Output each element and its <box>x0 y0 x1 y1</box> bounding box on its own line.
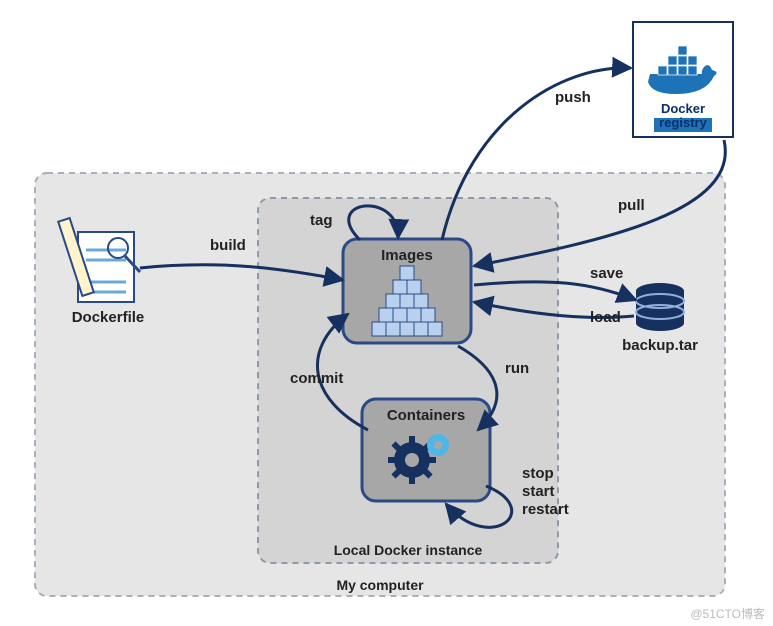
node-backup-label: backup.tar <box>622 337 698 354</box>
region-my-computer-label: My computer <box>336 577 424 593</box>
edge-start-label: start <box>522 483 555 500</box>
edge-build-label: build <box>210 237 246 254</box>
watermark: @51CTO博客 <box>690 606 765 621</box>
node-containers-label: Containers <box>387 407 465 424</box>
node-registry-label-2: registry <box>659 115 707 130</box>
edge-stop-label: stop <box>522 465 554 482</box>
node-images-label: Images <box>381 247 433 264</box>
edge-run-label: run <box>505 360 529 377</box>
node-registry: Docker registry Docker registry <box>633 22 733 137</box>
edge-pull-label: pull <box>618 197 645 214</box>
node-containers: Containers <box>362 399 490 501</box>
node-registry-label-1: Docker <box>661 101 705 116</box>
edge-restart-label: restart <box>522 501 569 518</box>
edge-commit-label: commit <box>290 370 343 387</box>
edge-tag-label: tag <box>310 212 333 229</box>
edge-load-label: load <box>590 309 621 326</box>
edge-push-label: push <box>555 89 591 106</box>
node-dockerfile-label: Dockerfile <box>72 309 145 326</box>
docker-flow-diagram: My computer Local Docker instance Docker… <box>0 0 773 626</box>
node-images: Images <box>343 239 471 343</box>
edge-save-label: save <box>590 265 623 282</box>
region-local-docker-label: Local Docker instance <box>334 542 483 558</box>
